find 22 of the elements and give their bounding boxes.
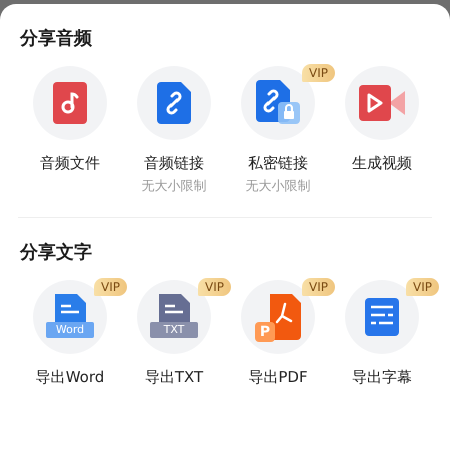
- section-title: 分享音频: [20, 27, 93, 51]
- music-file-icon: [53, 82, 87, 124]
- vip-badge: VIP: [94, 278, 127, 296]
- option-label: 导出字幕: [352, 368, 412, 387]
- option-label: 导出Word: [36, 368, 104, 387]
- vip-badge: VIP: [302, 64, 335, 82]
- option-label: 导出PDF: [248, 368, 308, 387]
- link-file-icon: [157, 82, 191, 124]
- option-label: 私密链接: [248, 154, 308, 173]
- option-note: 无大小限制: [142, 178, 206, 195]
- locked-link-icon: [256, 80, 300, 126]
- section-title: 分享文字: [20, 241, 93, 265]
- vip-badge: VIP: [302, 278, 335, 296]
- option-label: 音频链接: [144, 154, 204, 173]
- video-camera-icon: [359, 85, 405, 121]
- option-label: 导出TXT: [144, 368, 204, 387]
- option-label: 音频文件: [40, 154, 100, 173]
- vip-badge: VIP: [406, 278, 439, 296]
- option-label: 生成视频: [352, 154, 412, 173]
- subtitle-icon: [365, 298, 399, 336]
- vip-badge: VIP: [198, 278, 231, 296]
- option-note: 无大小限制: [246, 178, 310, 195]
